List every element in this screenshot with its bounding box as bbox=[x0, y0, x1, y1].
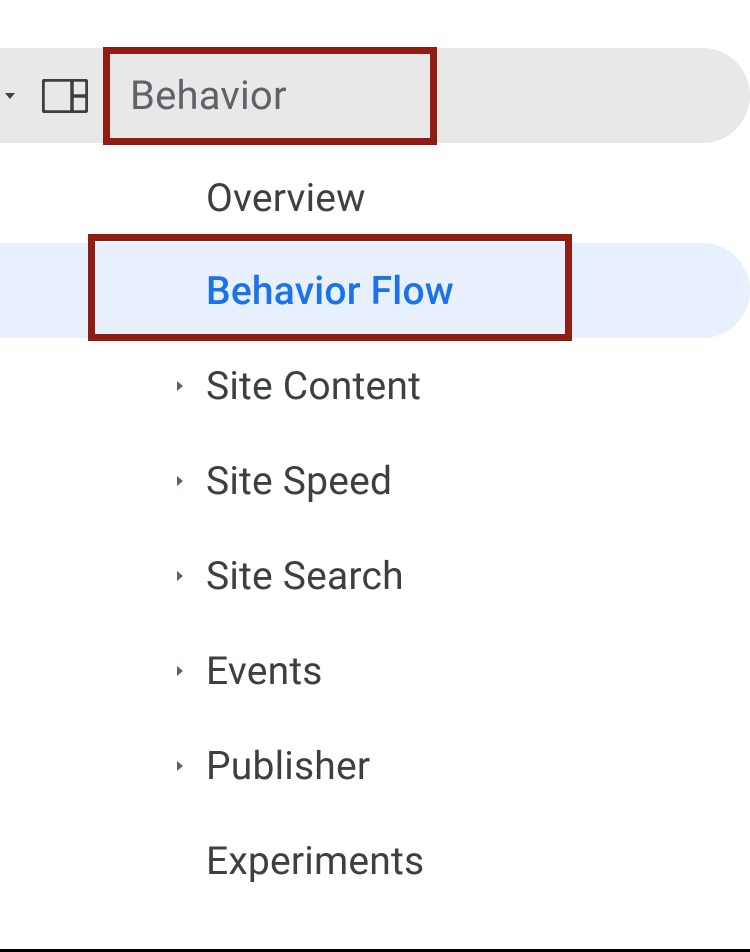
nav-item-label: Site Speed bbox=[206, 458, 392, 504]
expand-caret-icon bbox=[168, 564, 192, 588]
behavior-nav: Behavior Overview Behavior Flow Site Con… bbox=[0, 48, 750, 908]
expand-caret-icon bbox=[168, 659, 192, 683]
cropped-previous-row bbox=[0, 0, 750, 12]
nav-item-label: Site Search bbox=[206, 553, 404, 599]
nav-item-label: Site Content bbox=[206, 363, 421, 409]
behavior-submenu: Overview Behavior Flow Site Content Site… bbox=[0, 153, 750, 908]
nav-item-label: Events bbox=[206, 648, 323, 694]
nav-item-site-speed[interactable]: Site Speed bbox=[0, 433, 750, 528]
nav-item-behavior-flow[interactable]: Behavior Flow bbox=[0, 243, 750, 338]
nav-item-label: Behavior Flow bbox=[206, 268, 454, 314]
expand-caret-icon bbox=[168, 374, 192, 398]
behavior-section-icon bbox=[40, 77, 90, 115]
expand-caret-icon bbox=[168, 754, 192, 778]
nav-item-site-search[interactable]: Site Search bbox=[0, 528, 750, 623]
nav-item-label: Experiments bbox=[206, 838, 424, 884]
nav-item-label: Overview bbox=[206, 175, 366, 221]
expand-caret-icon bbox=[168, 469, 192, 493]
nav-item-site-content[interactable]: Site Content bbox=[0, 338, 750, 433]
nav-section-label: Behavior bbox=[130, 72, 287, 119]
nav-item-overview[interactable]: Overview bbox=[0, 153, 750, 243]
nav-section-behavior[interactable]: Behavior bbox=[0, 48, 750, 143]
nav-item-label: Publisher bbox=[206, 743, 370, 789]
collapse-caret-icon bbox=[0, 86, 20, 106]
nav-item-publisher[interactable]: Publisher bbox=[0, 718, 750, 813]
nav-item-events[interactable]: Events bbox=[0, 623, 750, 718]
nav-item-experiments[interactable]: Experiments bbox=[0, 813, 750, 908]
